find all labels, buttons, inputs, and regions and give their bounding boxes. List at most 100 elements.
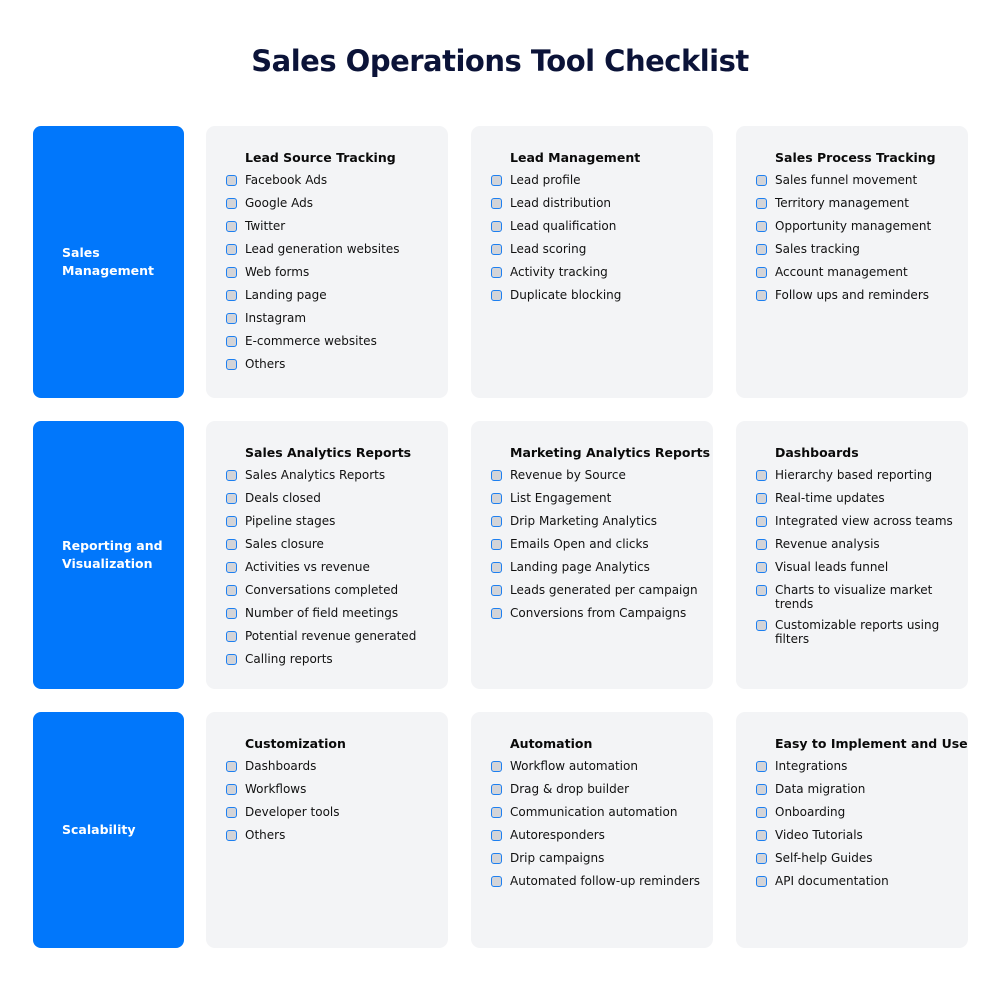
checkbox-icon[interactable] [226, 631, 237, 642]
checkbox-icon[interactable] [756, 516, 767, 527]
checkbox-icon[interactable] [226, 562, 237, 573]
checklist-item[interactable]: Dashboards [226, 759, 442, 775]
checkbox-icon[interactable] [491, 267, 502, 278]
checklist-item[interactable]: Google Ads [226, 196, 442, 212]
checklist-item[interactable]: Self-help Guides [756, 851, 962, 867]
checkbox-icon[interactable] [756, 585, 767, 596]
checklist-item[interactable]: Autoresponders [491, 828, 707, 844]
checklist-item[interactable]: Twitter [226, 219, 442, 235]
checkbox-icon[interactable] [491, 198, 502, 209]
checklist-item[interactable]: Drag & drop builder [491, 782, 707, 798]
checklist-item[interactable]: Account management [756, 265, 962, 281]
checklist-item[interactable]: Video Tutorials [756, 828, 962, 844]
checklist-item[interactable]: Leads generated per campaign [491, 583, 707, 599]
checkbox-icon[interactable] [756, 853, 767, 864]
checkbox-icon[interactable] [226, 221, 237, 232]
checklist-item[interactable]: Others [226, 828, 442, 844]
checkbox-icon[interactable] [756, 784, 767, 795]
checkbox-icon[interactable] [226, 244, 237, 255]
checkbox-icon[interactable] [756, 221, 767, 232]
checkbox-icon[interactable] [756, 830, 767, 841]
checkbox-icon[interactable] [756, 876, 767, 887]
checkbox-icon[interactable] [226, 585, 237, 596]
checkbox-icon[interactable] [756, 493, 767, 504]
checkbox-icon[interactable] [226, 784, 237, 795]
checklist-item[interactable]: List Engagement [491, 491, 707, 507]
checkbox-icon[interactable] [226, 336, 237, 347]
checklist-item[interactable]: Deals closed [226, 491, 442, 507]
checkbox-icon[interactable] [226, 267, 237, 278]
checkbox-icon[interactable] [491, 608, 502, 619]
checkbox-icon[interactable] [756, 290, 767, 301]
checkbox-icon[interactable] [491, 470, 502, 481]
checkbox-icon[interactable] [226, 175, 237, 186]
checkbox-icon[interactable] [491, 175, 502, 186]
checklist-item[interactable]: Developer tools [226, 805, 442, 821]
checkbox-icon[interactable] [491, 807, 502, 818]
checklist-item[interactable]: Revenue by Source [491, 468, 707, 484]
checklist-item[interactable]: Pipeline stages [226, 514, 442, 530]
checklist-item[interactable]: Lead distribution [491, 196, 707, 212]
checklist-item[interactable]: Sales funnel movement [756, 173, 962, 189]
checkbox-icon[interactable] [756, 539, 767, 550]
checkbox-icon[interactable] [491, 493, 502, 504]
checkbox-icon[interactable] [226, 830, 237, 841]
checkbox-icon[interactable] [756, 175, 767, 186]
checkbox-icon[interactable] [226, 608, 237, 619]
checkbox-icon[interactable] [226, 470, 237, 481]
checklist-item[interactable]: Activities vs revenue [226, 560, 442, 576]
checklist-item[interactable]: Sales Analytics Reports [226, 468, 442, 484]
checklist-item[interactable]: Workflows [226, 782, 442, 798]
checklist-item[interactable]: Facebook Ads [226, 173, 442, 189]
checkbox-icon[interactable] [756, 620, 767, 631]
checkbox-icon[interactable] [226, 493, 237, 504]
checkbox-icon[interactable] [226, 290, 237, 301]
checkbox-icon[interactable] [491, 830, 502, 841]
checklist-item[interactable]: Sales closure [226, 537, 442, 553]
checkbox-icon[interactable] [226, 516, 237, 527]
checklist-item[interactable]: Landing page Analytics [491, 560, 707, 576]
checklist-item[interactable]: Communication automation [491, 805, 707, 821]
checklist-item[interactable]: Lead scoring [491, 242, 707, 258]
checklist-item[interactable]: Customizable reports using filters [756, 618, 962, 646]
checkbox-icon[interactable] [491, 244, 502, 255]
checkbox-icon[interactable] [491, 539, 502, 550]
checklist-item[interactable]: Activity tracking [491, 265, 707, 281]
checkbox-icon[interactable] [226, 198, 237, 209]
checkbox-icon[interactable] [756, 198, 767, 209]
checklist-item[interactable]: Lead generation websites [226, 242, 442, 258]
checklist-item[interactable]: Lead qualification [491, 219, 707, 235]
checklist-item[interactable]: Real-time updates [756, 491, 962, 507]
checklist-item[interactable]: Web forms [226, 265, 442, 281]
checkbox-icon[interactable] [226, 359, 237, 370]
checklist-item[interactable]: Number of field meetings [226, 606, 442, 622]
checklist-item[interactable]: Instagram [226, 311, 442, 327]
checklist-item[interactable]: Drip campaigns [491, 851, 707, 867]
checkbox-icon[interactable] [491, 761, 502, 772]
checklist-item[interactable]: Data migration [756, 782, 962, 798]
checkbox-icon[interactable] [226, 539, 237, 550]
checklist-item[interactable]: Conversations completed [226, 583, 442, 599]
checkbox-icon[interactable] [491, 585, 502, 596]
checkbox-icon[interactable] [491, 876, 502, 887]
checklist-item[interactable]: Opportunity management [756, 219, 962, 235]
checklist-item[interactable]: Landing page [226, 288, 442, 304]
checklist-item[interactable]: Lead profile [491, 173, 707, 189]
checkbox-icon[interactable] [756, 761, 767, 772]
checklist-item[interactable]: Conversions from Campaigns [491, 606, 707, 622]
checkbox-icon[interactable] [491, 516, 502, 527]
checklist-item[interactable]: Emails Open and clicks [491, 537, 707, 553]
checkbox-icon[interactable] [491, 784, 502, 795]
checkbox-icon[interactable] [491, 853, 502, 864]
checkbox-icon[interactable] [756, 562, 767, 573]
checklist-item[interactable]: Workflow automation [491, 759, 707, 775]
checkbox-icon[interactable] [491, 562, 502, 573]
checklist-item[interactable]: Territory management [756, 196, 962, 212]
checkbox-icon[interactable] [491, 221, 502, 232]
checklist-item[interactable]: Integrations [756, 759, 962, 775]
checklist-item[interactable]: API documentation [756, 874, 962, 890]
checklist-item[interactable]: E-commerce websites [226, 334, 442, 350]
checklist-item[interactable]: Integrated view across teams [756, 514, 962, 530]
checkbox-icon[interactable] [491, 290, 502, 301]
checklist-item[interactable]: Onboarding [756, 805, 962, 821]
